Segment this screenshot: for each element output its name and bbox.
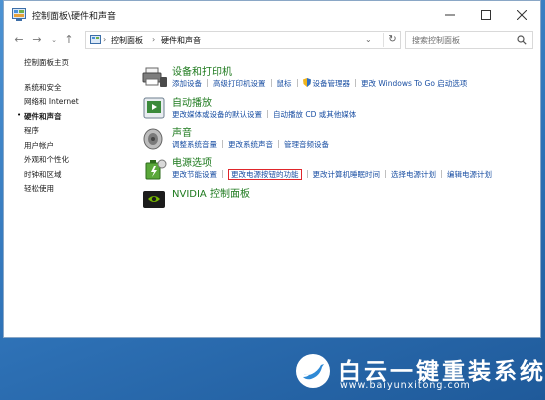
link-separator [385,170,386,178]
recent-dropdown-icon[interactable]: ⌄ [47,33,61,47]
back-arrow-icon[interactable]: ← [12,33,26,47]
category-links: 更改媒体或设备的默认设置 自动播放 CD 或其他媒体 [172,109,356,120]
category-links: 添加设备 高级打印机设置 鼠标 设备管理器 更改 Windows To Go 启动选项 [172,78,467,89]
search-placeholder: 搜索控制面板 [412,36,460,45]
sidebar-item-home[interactable]: 控制面板主页 [24,57,69,68]
link-separator [222,140,223,148]
control-panel-small-icon [90,35,101,44]
category-title-devices-printers[interactable]: 设备和打印机 [172,63,232,78]
sidebar-item-clock-region[interactable]: 时钟和区域 [24,169,62,180]
autoplay-icon [143,97,165,119]
bird-logo-icon [296,354,330,388]
sidebar-item-ease-of-access[interactable]: 轻松使用 [24,183,54,194]
link-separator [270,79,272,87]
sidebar-item-programs[interactable]: 程序 [24,125,39,136]
link-windows-to-go[interactable]: 更改 Windows To Go 启动选项 [361,79,467,88]
link-add-device[interactable]: 添加设备 [172,79,202,88]
link-change-power-button[interactable]: 更改电源按钮的功能 [228,169,302,180]
breadcrumb-chevron-icon: › [152,35,156,44]
link-separator [278,140,279,148]
category-title-nvidia[interactable]: NVIDIA 控制面板 [172,185,250,200]
link-advanced-printer-settings[interactable]: 高级打印机设置 [213,79,266,88]
link-separator [296,79,298,87]
link-manage-audio-devices[interactable]: 管理音频设备 [284,140,329,149]
link-change-system-sounds[interactable]: 更改系统声音 [228,140,273,149]
title-bar: 控制面板\硬件和声音 [4,1,540,30]
search-box[interactable]: 搜索控制面板 [405,31,533,49]
watermark-url: www.baiyunxitong.com [340,380,471,391]
sidebar-item-network[interactable]: 网络和 Internet [24,96,79,107]
category-title-autoplay[interactable]: 自动播放 [172,94,212,109]
sidebar-item-system-security[interactable]: 系统和安全 [24,82,62,93]
up-arrow-icon[interactable]: ↑ [62,33,76,47]
uac-shield-icon [302,78,311,87]
sidebar-item-hardware-sound[interactable]: 硬件和声音 [24,111,62,122]
search-icon[interactable] [517,35,527,45]
sidebar-item-user-accounts[interactable]: 用户帐户 [24,140,54,151]
link-change-sleep-time[interactable]: 更改计算机睡眠时间 [313,170,381,179]
navigation-bar: ← → ⌄ ↑ › 控制面板 › 硬件和声音 ⌄ ↻ 搜索控制面板 [4,29,540,51]
link-autoplay-cd[interactable]: 自动播放 CD 或其他媒体 [273,110,356,119]
window-title: 控制面板\硬件和声音 [32,12,117,22]
current-bullet-icon: • [17,111,22,119]
speaker-icon [143,128,163,150]
address-dropdown-icon[interactable]: ⌄ [365,35,372,44]
link-separator [267,110,268,118]
link-edit-power-plan[interactable]: 编辑电源计划 [447,170,492,179]
power-battery-icon [145,159,167,180]
minimize-icon [445,14,455,16]
category-links: 更改节能设置 更改电源按钮的功能 更改计算机睡眠时间 选择电源计划 编辑电源计划 [172,169,492,180]
link-separator [222,170,223,178]
link-device-manager[interactable]: 设备管理器 [313,79,351,88]
link-adjust-volume[interactable]: 调整系统音量 [172,140,217,149]
control-panel-window: 控制面板\硬件和声音 ← → ⌄ ↑ › 控制面板 › 硬件和声音 ⌄ ↻ 搜索… [3,0,541,338]
link-separator [441,170,442,178]
link-change-media-defaults[interactable]: 更改媒体或设备的默认设置 [172,110,262,119]
link-mouse[interactable]: 鼠标 [277,79,292,88]
maximize-icon [481,10,491,20]
link-change-power-saving[interactable]: 更改节能设置 [172,170,217,179]
refresh-icon[interactable]: ↻ [383,33,401,47]
breadcrumb-control-panel[interactable]: 控制面板 [111,35,143,46]
minimize-button[interactable] [432,1,468,29]
link-choose-power-plan[interactable]: 选择电源计划 [391,170,436,179]
category-title-sound[interactable]: 声音 [172,124,192,139]
close-button[interactable] [504,1,540,29]
close-icon [517,10,527,20]
forward-arrow-icon[interactable]: → [30,33,44,47]
category-title-power-options[interactable]: 电源选项 [172,154,212,169]
nvidia-icon [143,191,165,208]
address-bar[interactable]: › 控制面板 › 硬件和声音 ⌄ ↻ [85,31,401,49]
breadcrumb-chevron-icon: › [103,35,107,44]
category-links: 调整系统音量 更改系统声音 管理音频设备 [172,139,329,150]
maximize-button[interactable] [468,1,504,29]
link-separator [306,170,308,178]
watermark: 白云一键重装系统 www.baiyunxitong.com [296,352,543,396]
link-separator [355,79,356,87]
sidebar-item-appearance[interactable]: 外观和个性化 [24,154,69,165]
printer-icon [142,67,167,87]
link-separator [207,79,208,87]
control-panel-icon [12,8,26,21]
breadcrumb-hardware-sound[interactable]: 硬件和声音 [161,35,201,46]
